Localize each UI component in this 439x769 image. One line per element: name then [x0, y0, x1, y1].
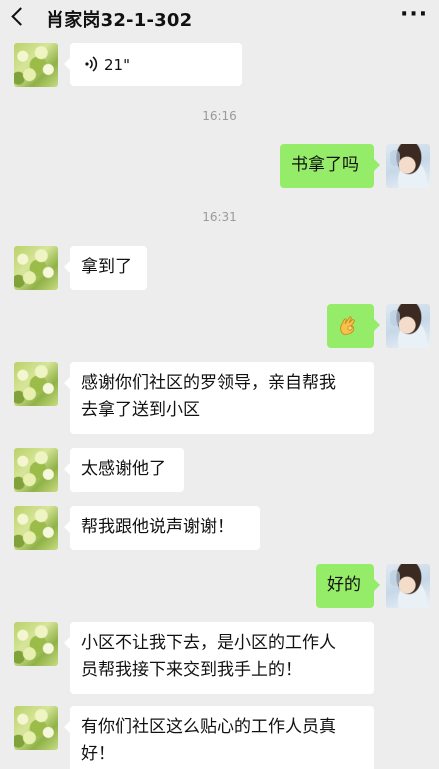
message-text-line: 好！ — [81, 744, 115, 764]
self-avatar[interactable] — [386, 304, 430, 348]
contact-avatar[interactable] — [14, 506, 58, 550]
more-dots-icon[interactable]: ··· — [400, 4, 428, 26]
timestamp: 16:16 — [202, 109, 237, 123]
contact-avatar[interactable] — [14, 706, 58, 750]
incoming-message[interactable]: 拿到了 — [64, 246, 147, 290]
self-avatar[interactable] — [386, 564, 430, 608]
message-text: 好的 — [327, 575, 361, 595]
message-text: 书拿了吗 — [291, 155, 359, 175]
incoming-message[interactable]: 太感谢他了 — [64, 448, 184, 492]
incoming-message[interactable]: 有你们社区这么贴心的工作人员真 好！ — [64, 706, 374, 769]
message-text-line: 员帮我接下来交到我手上的！ — [81, 660, 302, 680]
contact-avatar[interactable] — [14, 246, 58, 290]
contact-avatar[interactable] — [14, 43, 58, 87]
ok-hand-emoji-icon — [340, 316, 355, 335]
message-text: 帮我跟他说声谢谢！ — [81, 517, 234, 537]
contact-avatar[interactable] — [14, 362, 58, 406]
voice-duration: 21" — [104, 56, 130, 74]
message-text-line: 去拿了送到小区 — [81, 400, 200, 420]
message-text-line: 感谢你们社区的罗领导，亲自帮我 — [81, 373, 336, 393]
timestamp: 16:31 — [202, 210, 237, 224]
contact-avatar[interactable] — [14, 622, 58, 666]
contact-avatar[interactable] — [14, 448, 58, 492]
chat-header: 肖家岗32-1-302 ··· — [0, 0, 439, 36]
self-avatar[interactable] — [386, 144, 430, 188]
chevron-left-icon[interactable] — [11, 7, 30, 26]
message-text: 拿到了 — [81, 257, 132, 277]
message-text: 太感谢他了 — [81, 459, 166, 479]
voice-wave-icon — [85, 56, 98, 72]
chat-title: 肖家岗32-1-302 — [46, 10, 193, 31]
outgoing-message[interactable]: 书拿了吗 — [280, 144, 380, 188]
outgoing-message[interactable]: 好的 — [316, 564, 380, 608]
voice-message-bubble[interactable]: 21" — [64, 43, 242, 86]
message-text-line: 有你们社区这么贴心的工作人员真 — [81, 717, 336, 737]
incoming-message[interactable]: 感谢你们社区的罗领导，亲自帮我 去拿了送到小区 — [64, 362, 374, 434]
message-text-line: 小区不让我下去，是小区的工作人 — [81, 633, 336, 653]
incoming-message[interactable]: 帮我跟他说声谢谢！ — [64, 506, 260, 550]
incoming-message[interactable]: 小区不让我下去，是小区的工作人 员帮我接下来交到我手上的！ — [64, 622, 374, 694]
outgoing-emoji-message[interactable] — [327, 304, 380, 348]
